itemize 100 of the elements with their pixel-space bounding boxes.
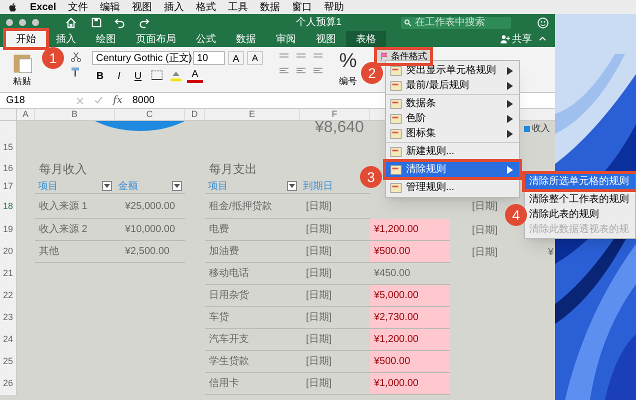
table-cell-text: 学生贷款 <box>208 354 249 369</box>
menu-item[interactable]: 清除整个工作表的规则 <box>525 192 635 207</box>
percent-icon: % <box>339 51 357 71</box>
row-header: 22 <box>0 285 17 307</box>
table-cell: ¥5,000.00 <box>370 285 450 306</box>
ribbon-tab[interactable]: 公式 <box>186 31 226 47</box>
share-button[interactable]: 共享 <box>500 31 532 47</box>
menu-item[interactable]: 清除所选单元格的规则 <box>525 174 635 189</box>
table-cell-text: [日期] <box>471 200 498 214</box>
ribbon-tab[interactable]: 页面布局 <box>126 31 186 47</box>
menu-item[interactable]: 清除规则 <box>386 162 519 177</box>
highlight-frame <box>3 28 49 50</box>
menu-bar-item[interactable]: 格式 <box>196 0 216 14</box>
close-button[interactable] <box>6 19 13 26</box>
row-header: 24 <box>0 329 17 351</box>
bold-button[interactable]: B <box>92 69 108 83</box>
menu-item[interactable]: 最前/最后规则 <box>386 78 519 93</box>
section-title: 每月收入 <box>38 161 87 178</box>
table-cell-text: ¥10,000.00 <box>124 223 176 237</box>
filter-dropdown[interactable] <box>172 181 182 191</box>
table-cell-text: 收入来源 2 <box>38 222 88 237</box>
table-cell-text: 汽车开支 <box>208 332 249 347</box>
menu-bar-item[interactable]: 视图 <box>132 0 152 14</box>
table-cell-text: [日期] <box>305 200 332 214</box>
chart-legend: 收入 <box>524 121 550 136</box>
font-color-button[interactable]: A <box>187 69 203 83</box>
table-cell-text: ¥25,000.00 <box>124 200 176 214</box>
table-cell: ¥1,200.00 <box>370 219 450 240</box>
table-cell-text: [日期] <box>305 376 332 391</box>
zoom-button[interactable] <box>32 19 39 26</box>
table-cell-text: 租金/抵押贷款 <box>208 200 272 214</box>
menu-item[interactable]: 清除此表的规则 <box>525 207 635 222</box>
ribbon-tab[interactable]: 插入 <box>46 31 86 47</box>
filter-dropdown[interactable] <box>287 181 297 191</box>
column-header: A <box>22 108 28 121</box>
font-size-field[interactable]: 10 <box>193 51 225 65</box>
row-header: 17 <box>0 179 17 194</box>
search-icon <box>404 18 412 26</box>
menu-item[interactable]: 图标集 <box>386 126 519 141</box>
table-cell-text: ¥ <box>547 246 554 260</box>
shrink-font-button[interactable]: A <box>247 51 263 65</box>
menu-item[interactable]: 新建规则... <box>386 144 519 159</box>
font-field[interactable]: Century Gothic (正文) <box>92 51 190 65</box>
grow-font-button[interactable]: A <box>228 51 244 65</box>
row-header: 21 <box>0 263 17 285</box>
redo-icon <box>138 16 150 28</box>
ribbon-tab[interactable]: 绘图 <box>86 31 126 47</box>
table-cell-text: 日用杂货 <box>208 288 249 303</box>
table-cell-text: [日期] <box>305 310 332 325</box>
table-cell-text: [日期] <box>305 244 332 259</box>
table-cell: ¥500.00 <box>370 241 450 262</box>
chart-arc-icon <box>95 121 185 131</box>
ribbon-tab[interactable]: 视图 <box>306 31 346 47</box>
column-header: B <box>71 108 78 121</box>
menu-item[interactable]: 数据条 <box>386 96 519 111</box>
ribbon-tab[interactable]: 开始 <box>6 31 46 47</box>
menu-item[interactable]: 管理规则... <box>386 180 519 195</box>
table-cell-text: 收入来源 1 <box>38 200 88 214</box>
paste-button[interactable]: 粘贴 <box>8 51 36 88</box>
menu-bar-item[interactable]: 文件 <box>68 0 88 14</box>
menu-bar-item[interactable]: 编辑 <box>100 0 120 14</box>
save-icon <box>91 17 102 28</box>
table-cell-text: ¥2,500.00 <box>124 245 170 259</box>
function-button[interactable]: fx <box>113 93 122 108</box>
column-header: E <box>248 108 255 121</box>
column-header: C <box>146 108 153 121</box>
filter-dropdown[interactable] <box>102 181 112 191</box>
name-box[interactable]: G18 <box>6 93 56 108</box>
step-badge: 2 <box>361 62 383 84</box>
column-heading: 项目 <box>38 180 58 193</box>
row-header: 26 <box>0 373 17 395</box>
collapse-icon <box>538 34 547 43</box>
minimize-button[interactable] <box>19 19 26 26</box>
legend-swatch-icon <box>524 126 530 132</box>
row-header: 18 <box>0 194 17 219</box>
table-cell-text: [日期] <box>305 222 332 237</box>
table-cell: ¥1,200.00 <box>370 329 450 350</box>
italic-button[interactable]: I <box>111 69 127 83</box>
table-cell: ¥2,730.00 <box>370 307 450 328</box>
ribbon-tab[interactable]: 审阅 <box>266 31 306 47</box>
smiley-icon <box>537 16 549 28</box>
app-menu[interactable]: Excel <box>30 0 56 14</box>
border-icon <box>149 69 165 83</box>
formula-field[interactable]: 8000 <box>132 93 155 108</box>
cut-icon <box>70 51 82 63</box>
menu-bar-item[interactable]: 窗口 <box>292 0 312 14</box>
underline-button[interactable]: U <box>130 69 146 83</box>
table-cell-text: 车贷 <box>208 310 229 325</box>
table-cell-text: 加油费 <box>208 244 239 259</box>
ribbon-tab[interactable]: 数据 <box>226 31 266 47</box>
menu-bar-item[interactable]: 工具 <box>228 0 248 14</box>
menu-item[interactable]: 色阶 <box>386 111 519 126</box>
column-heading: 金额 <box>118 180 138 193</box>
menu-bar-item[interactable]: 帮助 <box>324 0 344 14</box>
menu-bar-item[interactable]: 数据 <box>260 0 280 14</box>
table-cell-text: 其他 <box>38 244 59 259</box>
menu-bar-item[interactable]: 插入 <box>164 0 184 14</box>
summary-value: ¥8,640 <box>315 120 364 136</box>
ribbon-tab[interactable]: 表格 <box>346 31 386 47</box>
window-title: 个人预算1 <box>296 16 342 30</box>
